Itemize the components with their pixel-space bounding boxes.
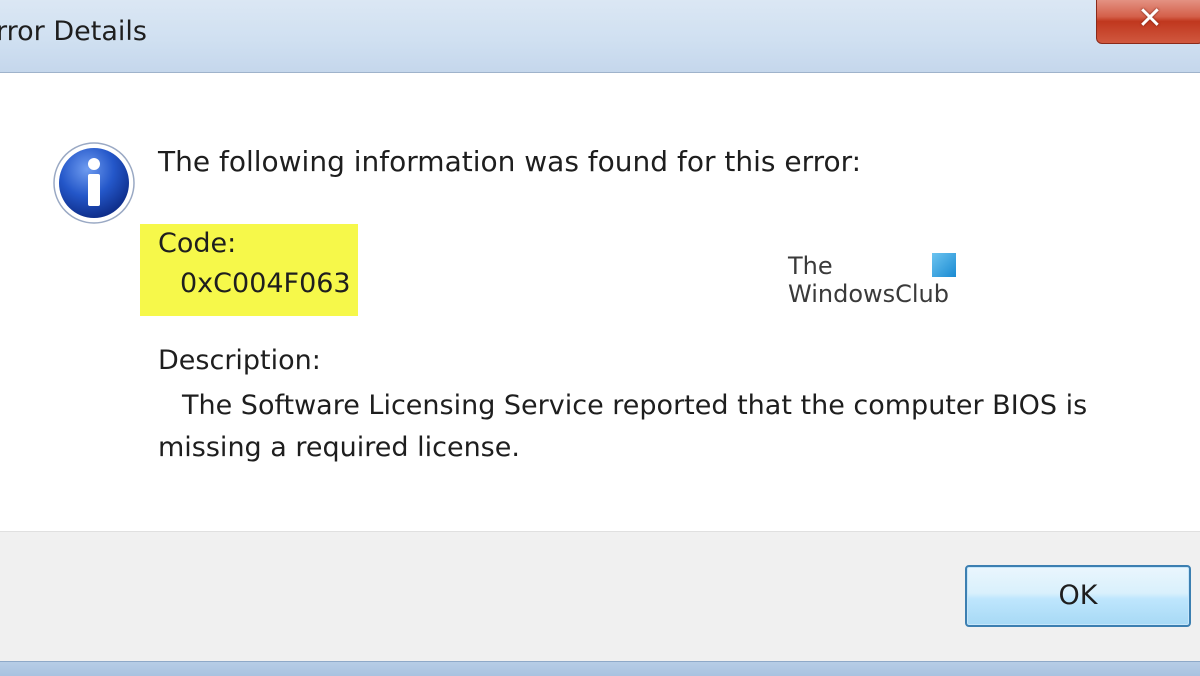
error-code: 0xC004F063 [180, 268, 351, 299]
message-heading: The following information was found for … [158, 145, 862, 178]
code-label: Code: [158, 228, 237, 259]
watermark-line1: The [788, 252, 833, 280]
watermark-line2: WindowsClub [788, 280, 950, 308]
close-icon: ✕ [1137, 1, 1163, 36]
window-title: rror Details [0, 16, 147, 47]
description-label: Description: [158, 345, 321, 376]
watermark-logo: The WindowsClub [788, 252, 949, 308]
description-text: The Software Licensing Service reported … [158, 390, 1088, 463]
title-bar: rror Details ✕ [0, 0, 1200, 73]
close-button[interactable]: ✕ [1096, 0, 1200, 44]
window-bottom-frame [0, 661, 1200, 676]
watermark-square-icon [932, 253, 956, 277]
ok-button[interactable]: OK [965, 565, 1191, 627]
info-icon [53, 142, 135, 224]
